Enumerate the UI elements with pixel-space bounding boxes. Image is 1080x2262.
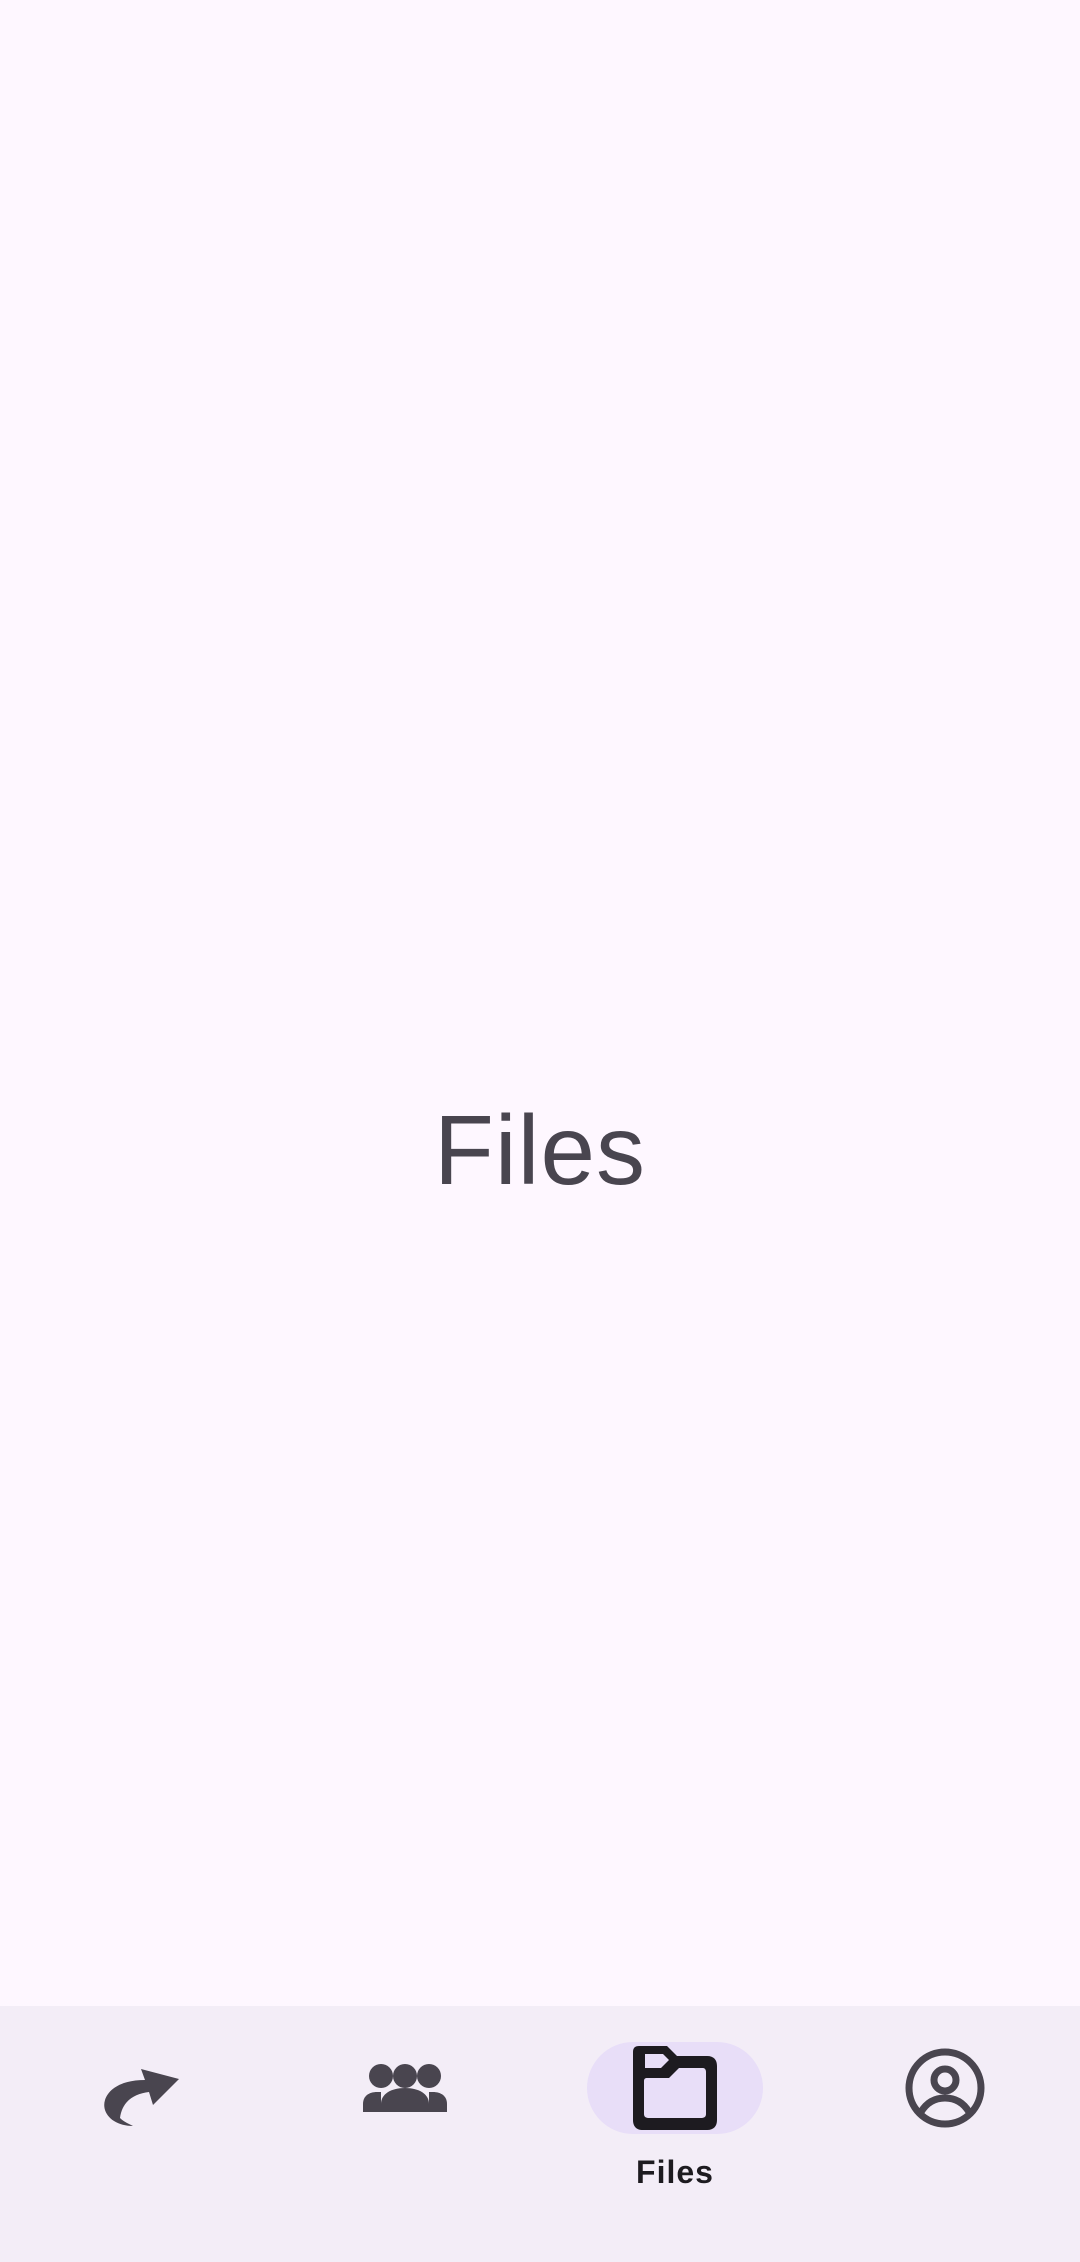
- share-arrow-icon: [87, 2040, 183, 2136]
- bottom-navigation-bar: Files: [0, 2006, 1080, 2262]
- nav-item-share[interactable]: [0, 2006, 270, 2262]
- nav-item-files-label: Files: [636, 2154, 714, 2190]
- account-circle-icon: [897, 2040, 993, 2136]
- nav-item-files[interactable]: Files: [540, 2006, 810, 2262]
- folder-icon: [627, 2040, 723, 2136]
- nav-item-account[interactable]: [810, 2006, 1080, 2262]
- page-title: Files: [434, 1095, 646, 1205]
- main-content: Files: [0, 0, 1080, 2006]
- groups-icon: [357, 2040, 453, 2136]
- nav-item-groups[interactable]: [270, 2006, 540, 2262]
